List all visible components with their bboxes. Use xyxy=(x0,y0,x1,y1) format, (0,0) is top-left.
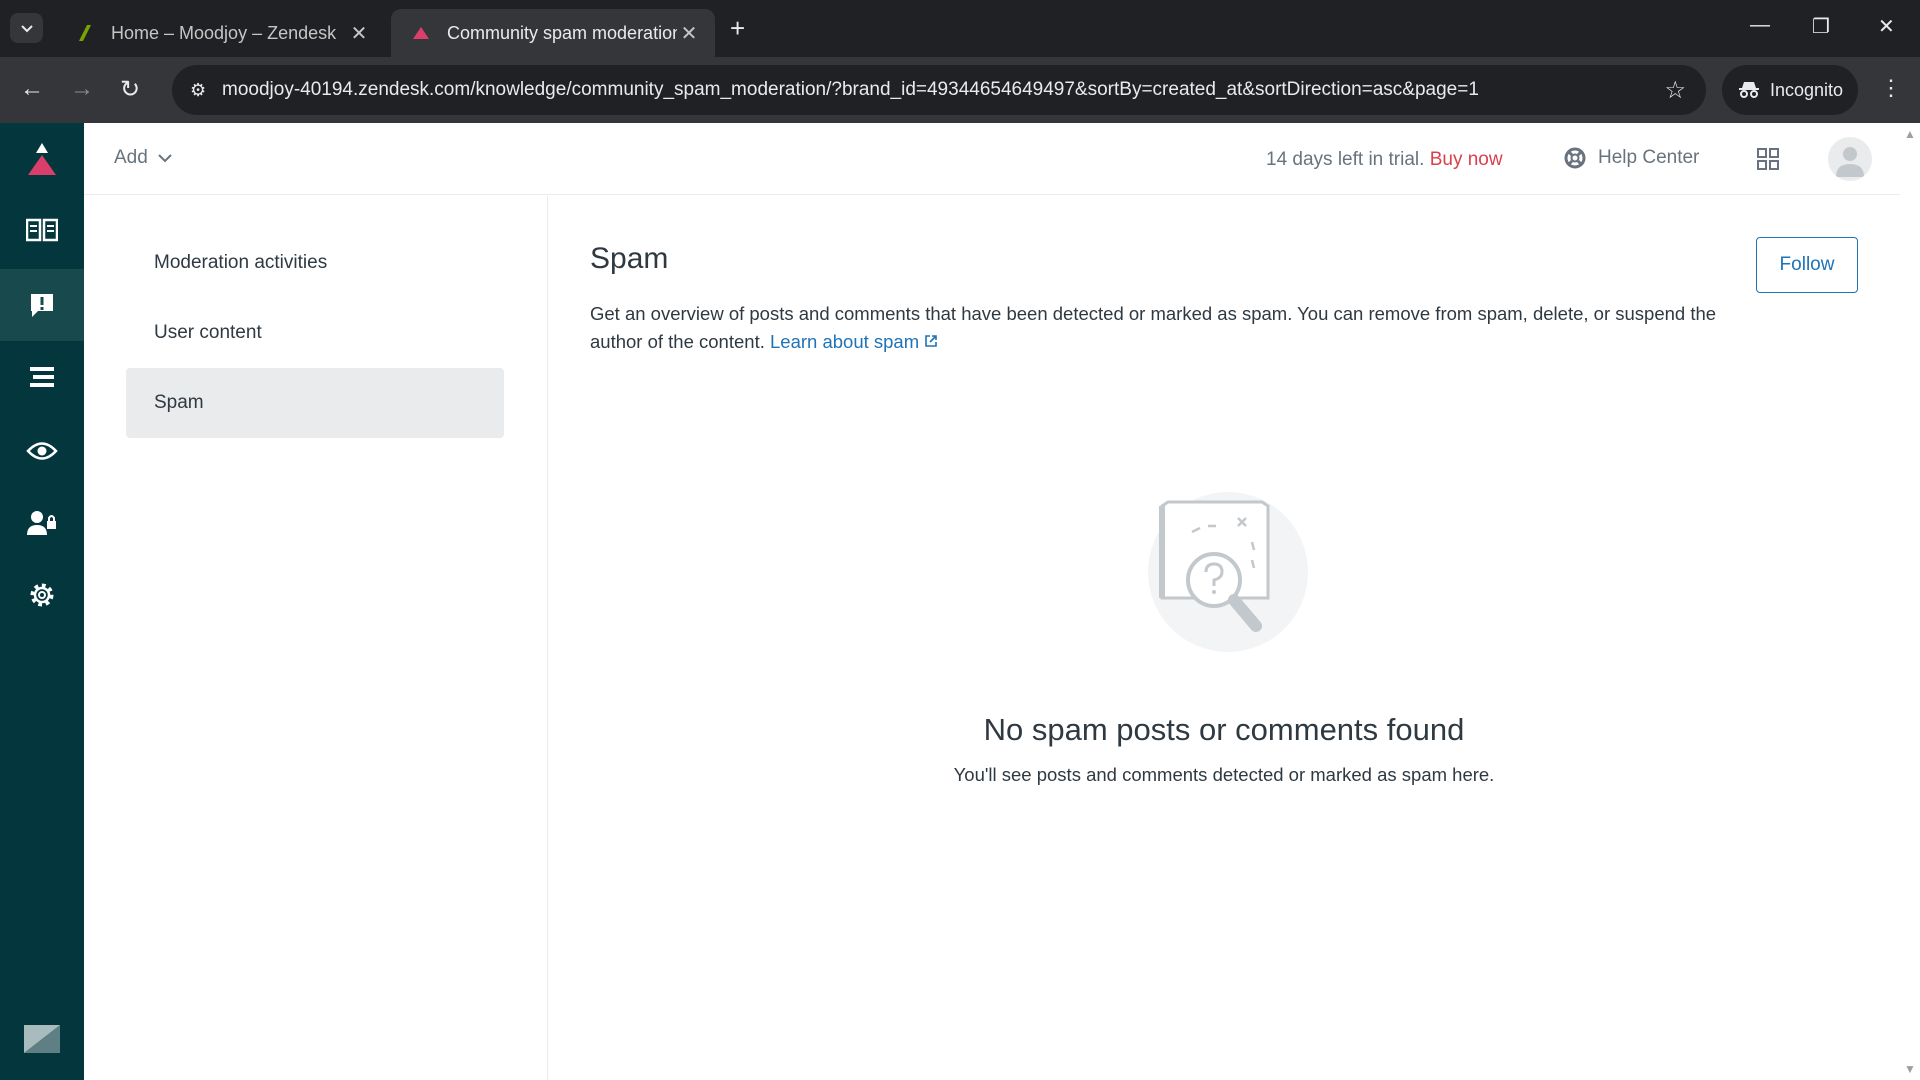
zendesk-app: Add 14 days left in trial. Buy now Help … xyxy=(0,123,1920,1080)
incognito-badge[interactable]: Incognito xyxy=(1722,65,1858,115)
tab-home-moodjoy[interactable]: Home – Moodjoy – Zendesk ✕ xyxy=(55,9,385,57)
settings-gear-icon[interactable] xyxy=(0,559,84,631)
empty-state-subtitle: You'll see posts and comments detected o… xyxy=(953,764,1495,785)
learn-link-label: Learn about spam xyxy=(770,331,920,352)
add-label: Add xyxy=(114,147,148,168)
restore-icon[interactable]: ❐ xyxy=(1812,14,1830,39)
close-tab-icon[interactable]: ✕ xyxy=(347,21,371,46)
product-tray-icon[interactable] xyxy=(1756,147,1780,176)
page-scrollbar[interactable]: ▲ ▼ xyxy=(1900,123,1920,1080)
nav-user-content[interactable]: User content xyxy=(126,298,504,368)
site-info-icon[interactable]: ⚙ xyxy=(190,80,222,101)
learn-about-spam-link[interactable]: Learn about spam xyxy=(770,331,938,352)
empty-state-illustration xyxy=(1142,486,1312,661)
user-icon xyxy=(1836,147,1864,177)
help-center-link[interactable]: Help Center xyxy=(1564,147,1699,169)
magnifier-map-icon xyxy=(1148,492,1308,652)
user-avatar[interactable] xyxy=(1828,137,1872,181)
knowledge-base-icon[interactable] xyxy=(0,195,84,267)
follow-button[interactable]: Follow xyxy=(1756,237,1858,293)
page-title: Spam xyxy=(590,242,669,275)
tab-community-spam-moderation[interactable]: Community spam moderation ✕ xyxy=(391,9,715,57)
trial-text: 14 days left in trial. xyxy=(1266,149,1425,170)
address-bar[interactable]: ⚙ moodjoy-40194.zendesk.com/knowledge/co… xyxy=(172,65,1706,115)
moderation-icon[interactable] xyxy=(0,269,84,341)
list-icon[interactable] xyxy=(0,341,84,413)
zendesk-guide-favicon-icon xyxy=(79,25,91,41)
add-menu-button[interactable]: Add xyxy=(114,147,172,169)
user-permissions-icon[interactable] xyxy=(0,487,84,559)
moderation-sidenav: Moderation activities User content Spam xyxy=(84,196,548,1080)
close-tab-icon[interactable]: ✕ xyxy=(677,21,701,46)
nav-spam[interactable]: Spam xyxy=(126,368,504,438)
incognito-icon xyxy=(1739,82,1759,98)
empty-state-title: No spam posts or comments found xyxy=(983,712,1465,747)
back-icon[interactable]: ← xyxy=(20,75,44,103)
browser-tab-bar: Home – Moodjoy – Zendesk ✕ Community spa… xyxy=(0,0,1920,57)
trial-notice: 14 days left in trial. Buy now xyxy=(1266,149,1503,171)
lifebuoy-icon xyxy=(1564,147,1586,169)
browser-toolbar: ← → ↻ ⚙ moodjoy-40194.zendesk.com/knowle… xyxy=(0,57,1920,123)
incognito-label: Incognito xyxy=(1770,79,1844,100)
scroll-up-icon[interactable]: ▲ xyxy=(1904,127,1916,141)
page-description: Get an overview of posts and comments th… xyxy=(590,300,1720,356)
app-header: Add 14 days left in trial. Buy now Help … xyxy=(84,123,1900,195)
external-link-icon xyxy=(925,335,938,347)
buy-now-link[interactable]: Buy now xyxy=(1430,149,1503,170)
chevron-down-icon xyxy=(158,154,172,163)
new-tab-button[interactable]: + xyxy=(730,13,745,44)
reload-icon[interactable]: ↻ xyxy=(120,75,140,104)
scroll-down-icon[interactable]: ▼ xyxy=(1904,1062,1916,1076)
minimize-icon[interactable]: — xyxy=(1750,14,1770,37)
browser-menu-icon[interactable]: ⋮ xyxy=(1880,75,1902,101)
chevron-down-icon xyxy=(20,25,33,33)
spam-main-panel: Spam Follow Get an overview of posts and… xyxy=(548,196,1900,1080)
tab-title: Community spam moderation xyxy=(447,22,677,43)
zendesk-logo-icon xyxy=(22,1023,62,1060)
nav-moderation-activities[interactable]: Moderation activities xyxy=(126,228,504,298)
eye-icon[interactable] xyxy=(0,415,84,487)
help-center-label: Help Center xyxy=(1598,147,1700,168)
product-rail xyxy=(0,123,84,1080)
close-window-icon[interactable]: ✕ xyxy=(1878,14,1895,39)
zendesk-favicon-icon xyxy=(413,27,429,39)
bookmark-star-icon[interactable]: ☆ xyxy=(1664,76,1686,105)
tab-title: Home – Moodjoy – Zendesk xyxy=(111,22,337,43)
tab-search-button[interactable] xyxy=(10,13,43,43)
url-text[interactable]: moodjoy-40194.zendesk.com/knowledge/comm… xyxy=(222,79,1664,101)
guide-logo-icon[interactable] xyxy=(22,141,62,182)
description-text: Get an overview of posts and comments th… xyxy=(590,303,1717,352)
forward-icon[interactable]: → xyxy=(70,75,94,103)
